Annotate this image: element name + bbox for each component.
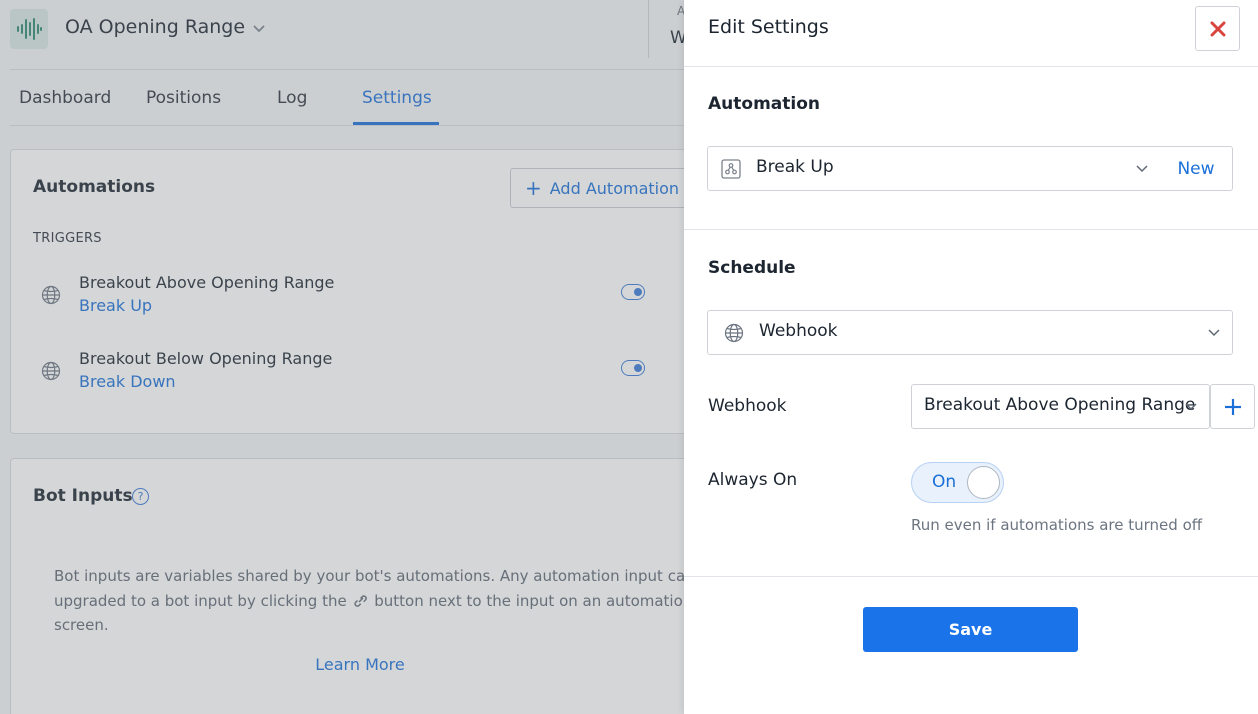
toggle-state-label: On [932, 472, 957, 492]
schedule-select[interactable]: Webhook [707, 310, 1233, 355]
drawer-title: Edit Settings [708, 16, 829, 38]
save-button[interactable]: Save [863, 607, 1078, 652]
new-automation-button[interactable]: New [1160, 146, 1233, 191]
globe-icon [724, 323, 744, 343]
always-on-toggle[interactable]: On [911, 462, 1004, 503]
automation-icon [721, 159, 741, 179]
webhook-label: Webhook [708, 396, 787, 416]
automation-section-title: Automation [708, 94, 820, 114]
webhook-select[interactable]: Breakout Above Opening Range [911, 384, 1210, 429]
automation-value: Break Up [756, 157, 834, 177]
close-button[interactable] [1195, 6, 1240, 51]
always-on-label: Always On [708, 470, 798, 490]
close-icon [1210, 21, 1225, 36]
automation-select[interactable]: Break Up [707, 146, 1161, 191]
schedule-value: Webhook [759, 321, 838, 341]
always-on-hint: Run even if automations are turned off [911, 516, 1203, 534]
schedule-section-title: Schedule [708, 258, 796, 278]
plus-icon [1224, 398, 1241, 415]
divider [684, 576, 1258, 577]
chevron-down-icon [1185, 403, 1197, 411]
webhook-value: Breakout Above Opening Range [924, 395, 1196, 415]
chevron-down-icon [1208, 329, 1220, 337]
modal-overlay[interactable] [0, 0, 685, 714]
chevron-down-icon [1136, 165, 1148, 173]
add-webhook-button[interactable] [1210, 384, 1255, 429]
toggle-knob [967, 466, 1000, 499]
divider [684, 66, 1258, 67]
divider [684, 229, 1258, 230]
edit-settings-drawer: Edit Settings Automation Break Up New Sc… [684, 0, 1258, 714]
